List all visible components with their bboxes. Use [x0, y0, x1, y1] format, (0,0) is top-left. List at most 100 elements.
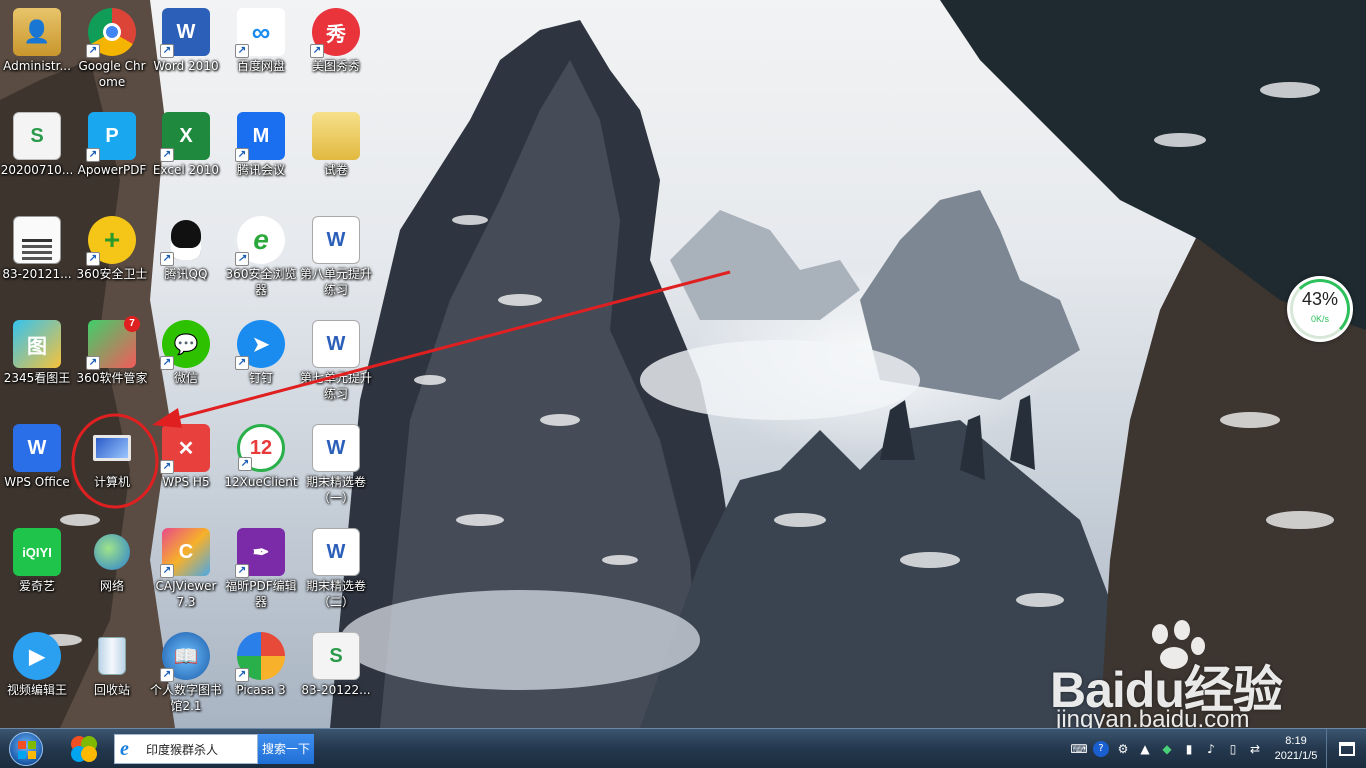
- taskbar-search-box[interactable]: e: [114, 734, 258, 764]
- shortcut-arrow-icon: ↗: [160, 460, 174, 474]
- desktop-icon-meitu[interactable]: 秀 ↗ 美图秀秀: [299, 8, 373, 74]
- desktop-icon-foxit-pdf-editor[interactable]: ✒ ↗ 福昕PDF编辑器: [224, 528, 298, 610]
- desktop-icon-video-editor[interactable]: ▶ 视频编辑王: [0, 632, 74, 698]
- desktop-icon-83-20122[interactable]: S 83-20122...: [299, 632, 373, 698]
- shortcut-arrow-icon: ↗: [238, 457, 252, 471]
- desktop-icon-label: 美图秀秀: [311, 59, 360, 73]
- taskbar-pinned-app[interactable]: [62, 731, 106, 767]
- meitu-icon: 秀 ↗: [310, 8, 360, 58]
- desktop-icon-label: 计算机: [93, 475, 130, 489]
- windows-logo-icon: [9, 732, 43, 766]
- power-icon[interactable]: ▯: [1223, 739, 1243, 759]
- desktop-icon-wps-h5[interactable]: ✕ ↗ WPS H5: [149, 424, 223, 490]
- network-speed-widget[interactable]: 43% 0K/s: [1287, 276, 1353, 342]
- desktop-icon-label: Google Chrome: [78, 59, 146, 89]
- shortcut-arrow-icon: ↗: [160, 148, 174, 162]
- desktop-icon-final-exam-2[interactable]: W 期末精选卷（二）: [299, 528, 373, 610]
- shortcut-arrow-icon: ↗: [86, 148, 100, 162]
- shortcut-arrow-icon: ↗: [235, 668, 249, 682]
- start-button[interactable]: [4, 731, 48, 767]
- word-document-icon: W: [312, 528, 360, 576]
- help-icon[interactable]: ?: [1093, 741, 1109, 757]
- desktop-icon-computer[interactable]: 计算机: [75, 424, 149, 490]
- desktop-icon-network[interactable]: 网络: [75, 528, 149, 594]
- computer-icon: [88, 424, 136, 472]
- desktop-icon-wps-office[interactable]: W WPS Office: [0, 424, 74, 490]
- desktop-icon-final-exam-1[interactable]: W 期末精选卷（一）: [299, 424, 373, 506]
- desktop-icon-label: 第七单元提升练习: [299, 371, 372, 401]
- signal-strength-icon[interactable]: ▮: [1179, 739, 1199, 759]
- tray-app-icon[interactable]: ◆: [1157, 739, 1177, 759]
- search-button[interactable]: 搜索一下: [258, 734, 314, 764]
- desktop-icon-label: 腾讯会议: [236, 163, 285, 177]
- colorful-app-icon: [71, 736, 97, 762]
- desktop-icon-label: 期末精选卷（一）: [305, 475, 366, 505]
- wps-h5-icon: ✕ ↗: [160, 424, 210, 474]
- desktop-icon-360-security[interactable]: + ↗ 360安全卫士: [75, 216, 149, 282]
- tencent-meeting-icon: M ↗: [235, 112, 285, 162]
- video-editor-icon: ▶: [13, 632, 61, 680]
- desktop-icon-unit7-practice[interactable]: W 第七单元提升练习: [299, 320, 373, 402]
- taskbar: e 搜索一下 ⌨ ? ⚙ ▲ ◆ ▮ ♪ ▯ ⇄ 8:19 2021/1/5: [0, 728, 1366, 768]
- desktop-icon-2345-viewer[interactable]: 图 2345看图王: [0, 320, 74, 386]
- desktop-icon-recycle-bin[interactable]: 回收站: [75, 632, 149, 698]
- desktop-icon-apowerpdf[interactable]: P ↗ ApowerPDF: [75, 112, 149, 178]
- settings-icon[interactable]: ⚙: [1113, 739, 1133, 759]
- clock-time: 8:19: [1285, 735, 1307, 747]
- shortcut-arrow-icon: ↗: [310, 44, 324, 58]
- document-thumbnail-icon: [13, 216, 61, 264]
- shortcut-arrow-icon: ↗: [160, 668, 174, 682]
- desktop-icon-label: 视频编辑王: [6, 683, 67, 697]
- volume-icon[interactable]: ♪: [1201, 739, 1221, 759]
- desktop-icon-excel-2010[interactable]: X ↗ Excel 2010: [149, 112, 223, 178]
- desktop-icon-12xueclient[interactable]: 12 ↗ 12XueClient: [224, 424, 298, 490]
- 360-software-manager-icon: 7 ↗: [86, 316, 140, 370]
- desktop-icon-wechat[interactable]: 💬 ↗ 微信: [149, 320, 223, 386]
- desktop-icon-label: 个人数字图书馆2.1: [149, 683, 222, 713]
- desktop-icon-label: Administr...: [3, 59, 71, 73]
- desktop-icon-label: WPS H5: [162, 475, 210, 489]
- desktop-icon-83-20121[interactable]: 83-20121...: [0, 216, 74, 282]
- spreadsheet-file-icon: S: [312, 632, 360, 680]
- clock[interactable]: 8:19 2021/1/5: [1266, 734, 1326, 764]
- search-input[interactable]: [146, 742, 254, 756]
- shortcut-arrow-icon: ↗: [235, 148, 249, 162]
- desktop-icon-unit8-practice[interactable]: W 第八单元提升练习: [299, 216, 373, 298]
- desktop-icon-label: ApowerPDF: [77, 163, 147, 177]
- shortcut-arrow-icon: ↗: [235, 44, 249, 58]
- desktop-icon-360-software-manager[interactable]: 7 ↗ 360软件管家: [75, 316, 149, 386]
- shortcut-arrow-icon: ↗: [160, 356, 174, 370]
- desktop-icon-label: 83-20122...: [301, 683, 371, 697]
- word-icon: W ↗: [160, 8, 210, 58]
- shortcut-arrow-icon: ↗: [160, 564, 174, 578]
- network-speed: 0K/s: [1310, 314, 1329, 324]
- desktop-icon-administrator[interactable]: 👤 Administr...: [0, 8, 74, 74]
- shortcut-arrow-icon: ↗: [86, 356, 100, 370]
- action-center-button[interactable]: [1326, 729, 1366, 768]
- desktop-icon-digital-library[interactable]: 📖 ↗ 个人数字图书馆2.1: [149, 632, 223, 714]
- desktop-icon-label: 第八单元提升练习: [299, 267, 372, 297]
- desktop-icon-tencent-qq[interactable]: ↗ 腾讯QQ: [149, 216, 223, 282]
- digital-library-icon: 📖 ↗: [160, 632, 210, 682]
- dingtalk-icon: ➤ ↗: [235, 320, 285, 370]
- desktop-icon-picasa[interactable]: ↗ Picasa 3: [224, 632, 298, 698]
- picasa-icon: ↗: [235, 632, 285, 682]
- network-icon[interactable]: ⇄: [1245, 739, 1265, 759]
- shortcut-arrow-icon: ↗: [160, 44, 174, 58]
- desktop-icon-exam-folder[interactable]: 试卷: [299, 112, 373, 178]
- desktop-icon-label: 12XueClient: [224, 475, 298, 489]
- desktop-icon-20200710[interactable]: S 20200710...: [0, 112, 74, 178]
- desktop-icon-iqiyi[interactable]: iQIYI 爱奇艺: [0, 528, 74, 594]
- desktop-icon-tencent-meeting[interactable]: M ↗ 腾讯会议: [224, 112, 298, 178]
- desktop-icon-baidu-netdisk[interactable]: ∞ ↗ 百度网盘: [224, 8, 298, 74]
- baidu-jingyan-watermark: Baidu经验 jingyan.baidu.com: [1050, 620, 1350, 733]
- desktop-icon-google-chrome[interactable]: ↗ Google Chrome: [75, 8, 149, 90]
- keyboard-icon[interactable]: ⌨: [1069, 739, 1089, 759]
- desktop-icon-360-browser[interactable]: e ↗ 360安全浏览器: [224, 216, 298, 298]
- desktop-icon-label: 360安全浏览器: [225, 267, 297, 297]
- desktop-icon-dingtalk[interactable]: ➤ ↗ 钉钉: [224, 320, 298, 386]
- desktop-icon-label: 钉钉: [248, 371, 273, 385]
- desktop-icon-word-2010[interactable]: W ↗ Word 2010: [149, 8, 223, 74]
- show-hidden-icons-icon[interactable]: ▲: [1135, 739, 1155, 759]
- desktop-icon-cajviewer[interactable]: C ↗ CAJViewer 7.3: [149, 528, 223, 610]
